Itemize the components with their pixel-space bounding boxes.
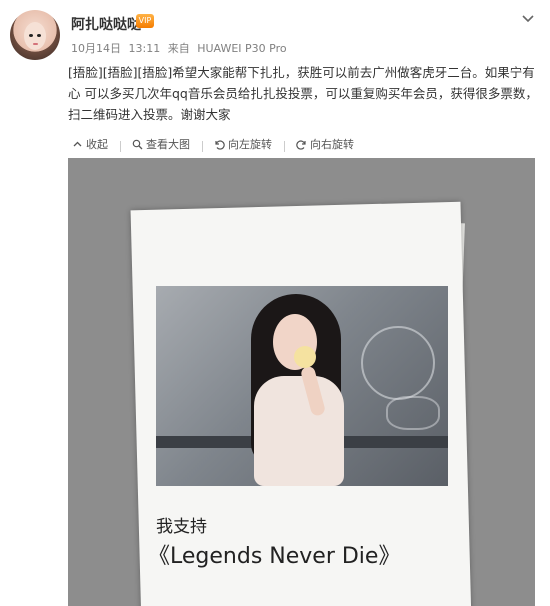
wall-doodle	[361, 326, 435, 400]
vip-badge-icon[interactable]: VIP	[136, 14, 154, 28]
rotate-left-label: 向左旋转	[228, 138, 272, 151]
post-text: [捂脸][捂脸][捂脸]希望大家能帮下扎扎，获胜可以前去广州做客虎牙二台。如果宁…	[68, 65, 538, 122]
post-date[interactable]: 10月14日	[71, 42, 121, 55]
rotate-left-icon	[215, 139, 225, 150]
post-image[interactable]: 我支持 《Legends Never Die》	[68, 158, 535, 606]
post-source-prefix: 来自	[167, 42, 190, 55]
post-time[interactable]: 13:11	[129, 42, 161, 55]
photo	[156, 286, 448, 486]
chevron-down-icon[interactable]	[520, 10, 536, 26]
avatar-mouth	[33, 43, 38, 45]
search-icon	[132, 139, 143, 149]
rotate-right-icon	[296, 139, 306, 150]
post-meta: 10月14日 13:11 来自 HUAWEI P30 Pro	[71, 40, 291, 56]
image-toolbar: 收起 查看大图 向左旋转 向右旋转	[72, 136, 354, 152]
photo-body	[254, 376, 344, 486]
ice-cream	[294, 346, 316, 368]
image-caption-2: 《Legends Never Die》	[148, 544, 401, 569]
avatar-eye-right	[37, 34, 41, 37]
image-caption-1: 我支持	[156, 517, 207, 537]
avatar[interactable]	[10, 10, 60, 60]
view-large-button[interactable]: 查看大图	[132, 136, 190, 152]
toolbar-divider	[119, 141, 121, 152]
collapse-icon	[73, 141, 82, 146]
rotate-right-button[interactable]: 向右旋转	[296, 136, 354, 152]
avatar-eye-left	[29, 34, 33, 37]
wall-doodle-2	[386, 396, 440, 430]
avatar-face	[24, 22, 46, 50]
username[interactable]: 阿扎哒哒哒	[71, 14, 141, 34]
rotate-left-button[interactable]: 向左旋转	[214, 136, 272, 152]
toolbar-divider	[283, 141, 285, 152]
toolbar-divider	[201, 141, 203, 152]
collect-button[interactable]: 收起	[72, 136, 108, 152]
post-device[interactable]: HUAWEI P30 Pro	[197, 42, 286, 55]
view-large-label: 查看大图	[146, 138, 190, 151]
collect-label: 收起	[86, 138, 108, 151]
rotate-right-label: 向右旋转	[310, 138, 354, 151]
